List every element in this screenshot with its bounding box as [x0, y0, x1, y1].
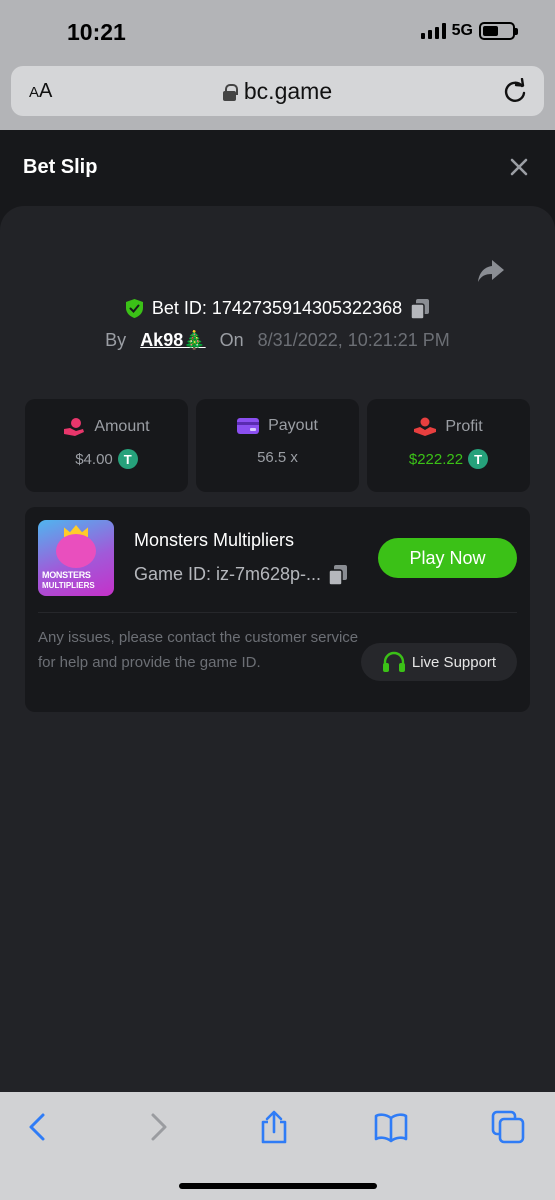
bet-id-row: Bet ID: 1742735914305322368 — [0, 298, 555, 319]
copy-icon[interactable] — [411, 298, 430, 319]
bet-date: 8/31/2022, 10:21:21 PM — [257, 330, 450, 350]
tabs-icon[interactable] — [491, 1110, 525, 1144]
stat-value: $222.22 — [408, 450, 464, 468]
bet-detail-sheet: Bet ID: 1742735914305322368 By Ak98🎄 On … — [0, 206, 555, 1106]
bet-slip-modal: Bet Slip Bet ID: 1742735914305322368 By … — [0, 130, 555, 1106]
tether-icon: T — [468, 449, 489, 469]
on-label: On — [219, 330, 244, 350]
stat-value: 56.5 x — [257, 449, 298, 466]
home-indicator — [179, 1183, 377, 1189]
live-support-button[interactable]: Live Support — [361, 643, 517, 681]
stat-label: Payout — [268, 417, 318, 434]
back-icon[interactable] — [21, 1110, 55, 1144]
bookmarks-icon[interactable] — [374, 1110, 408, 1144]
tether-icon: T — [117, 449, 138, 469]
live-support-label: Live Support — [411, 653, 497, 671]
signal-icon — [420, 23, 446, 39]
status-time: 10:21 — [67, 19, 126, 45]
headset-icon — [382, 651, 405, 672]
bet-meta-row: By Ak98🎄 On 8/31/2022, 10:21:21 PM — [0, 330, 555, 351]
close-icon[interactable] — [509, 157, 529, 177]
stat-amount: Amount $4.00 T — [25, 399, 188, 492]
shield-check-icon — [125, 299, 143, 318]
divider — [38, 612, 517, 613]
game-thumbnail[interactable]: MONSTERS MULTIPLIERS — [38, 520, 114, 596]
status-bar: 10:21 5G — [0, 0, 555, 62]
game-card: MONSTERS MULTIPLIERS Monsters Multiplier… — [25, 507, 530, 712]
hand-profit-icon — [414, 417, 437, 436]
username-link[interactable]: Ak98🎄 — [140, 330, 205, 351]
url-text: bc.game — [243, 78, 333, 104]
battery-icon — [479, 22, 518, 40]
play-now-button[interactable]: Play Now — [378, 538, 517, 578]
bet-stats: Amount $4.00 T Payout 56.5 x Profit $222… — [25, 399, 530, 492]
lock-icon — [222, 83, 238, 101]
bet-id: Bet ID: 1742735914305322368 — [151, 298, 403, 318]
by-label: By — [105, 330, 127, 350]
modal-title: Bet Slip — [23, 156, 98, 178]
stat-label: Amount — [94, 418, 150, 435]
game-name: Monsters Multipliers — [134, 530, 295, 550]
game-id: Game ID: iz-7m628p-... — [134, 564, 322, 584]
stat-value: $4.00 — [75, 450, 113, 468]
hand-coin-icon — [64, 418, 85, 436]
game-id-row: Game ID: iz-7m628p-... — [134, 564, 348, 585]
status-icons: 5G — [420, 22, 518, 40]
share-icon[interactable] — [257, 1110, 291, 1144]
support-hint: Any issues, please contact the customer … — [38, 629, 359, 671]
stat-profit: Profit $222.22 T — [367, 399, 530, 492]
share-arrow-icon[interactable] — [477, 258, 505, 284]
address-field[interactable]: bc.game — [11, 78, 544, 105]
network-label: 5G — [451, 22, 473, 39]
stat-payout: Payout 56.5 x — [196, 399, 359, 492]
copy-icon[interactable] — [329, 564, 348, 585]
forward-icon[interactable] — [141, 1110, 175, 1144]
card-icon — [237, 418, 260, 434]
url-bar[interactable]: AA bc.game — [11, 66, 544, 116]
stat-label: Profit — [445, 418, 483, 435]
reload-icon[interactable] — [502, 78, 528, 104]
